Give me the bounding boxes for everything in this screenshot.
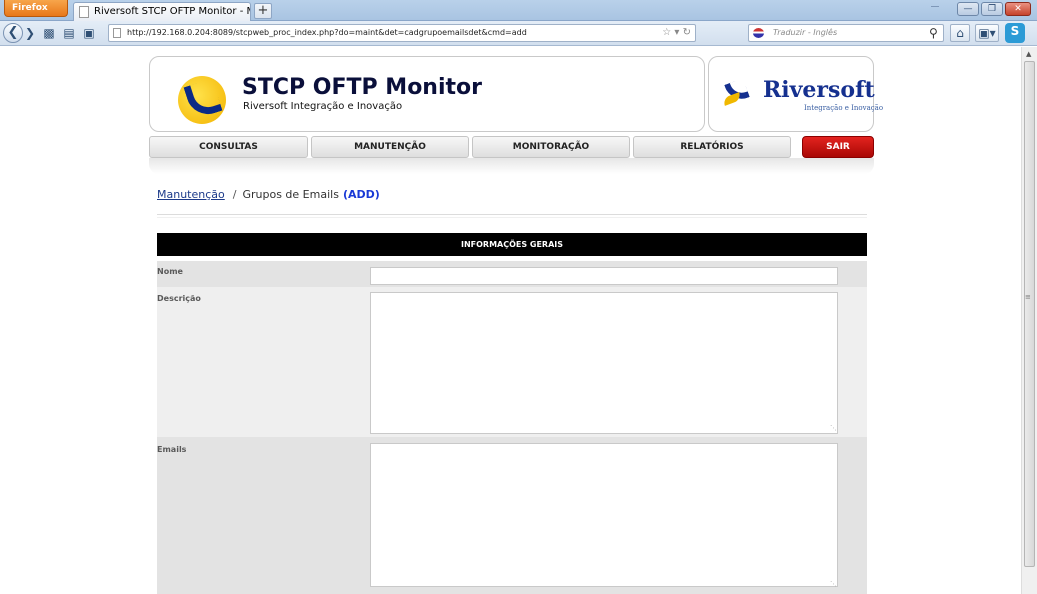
tab-title: Riversoft STCP OFTP Monitor - Manuten... <box>94 6 250 17</box>
bookmark-toolbar-icon[interactable]: ▩ <box>42 25 56 41</box>
star-reload-icons[interactable]: ☆ ▾ ↻ <box>662 25 691 41</box>
search-icon[interactable]: ⚲ <box>929 26 938 40</box>
breadcrumb-separator: / <box>232 188 237 201</box>
form-row-emails: Emails ⋱ <box>157 437 867 594</box>
url-text: http://192.168.0.204:8089/stcpweb_proc_i… <box>127 28 527 37</box>
form-row-descricao: Descrição ⋱ <box>157 287 867 437</box>
divider <box>157 214 867 218</box>
breadcrumb-manutencao-link[interactable]: Manutenção <box>157 188 225 201</box>
back-arrow-icon[interactable]: ❮ <box>3 23 23 43</box>
extension-icon[interactable]: ▣▾ <box>975 24 999 42</box>
form-section-header: INFORMAÇÕES GERAIS <box>157 233 867 256</box>
page-scrollbar[interactable]: ▲ ≡ <box>1021 47 1037 594</box>
url-page-icon <box>113 28 121 38</box>
form-row-nome: Nome <box>157 261 867 287</box>
firefox-menu-button[interactable]: Firefox <box>4 0 68 17</box>
close-button[interactable]: ✕ <box>1005 2 1031 16</box>
app-title: STCP OFTP Monitor <box>242 75 482 100</box>
tab-list-icon <box>931 6 939 7</box>
nome-input[interactable] <box>370 267 838 285</box>
app-logo-icon <box>178 76 226 124</box>
forward-arrow-icon[interactable]: ❯ <box>24 25 36 41</box>
menu-shadow <box>149 158 874 174</box>
menu-manutencao[interactable]: MANUTENÇÃO <box>311 136 469 158</box>
sidebar-toolbar-icon[interactable]: ▤ <box>62 25 76 41</box>
menu-relatorios[interactable]: RELATÓRIOS <box>633 136 791 158</box>
scroll-up-icon[interactable]: ▲ <box>1026 50 1031 58</box>
resize-grip-icon[interactable]: ⋱ <box>830 424 837 432</box>
breadcrumb-mode: (ADD) <box>342 188 380 201</box>
resize-grip-icon[interactable]: ⋱ <box>830 580 837 588</box>
page-icon <box>79 6 89 18</box>
emails-textarea[interactable] <box>370 443 838 587</box>
brand-name: Riversoft <box>763 77 875 103</box>
language-flag-icon <box>753 28 764 38</box>
breadcrumb-current: Grupos de Emails <box>242 188 339 201</box>
emails-label: Emails <box>157 445 187 454</box>
minimize-button[interactable]: — <box>957 2 979 16</box>
breadcrumb: Manutenção / Grupos de Emails (ADD) <box>157 188 380 201</box>
logout-button[interactable]: SAIR <box>802 136 874 158</box>
main-menu: CONSULTAS MANUTENÇÃO MONITORAÇÃO RELATÓR… <box>149 136 874 158</box>
brand-tagline: Integração e Inovação <box>804 104 884 112</box>
browser-tab[interactable]: Riversoft STCP OFTP Monitor - Manuten... <box>73 2 251 21</box>
new-tab-button[interactable]: + <box>254 3 272 19</box>
app-subtitle: Riversoft Integração e Inovação <box>243 101 403 112</box>
scroll-thumb[interactable] <box>1024 61 1035 567</box>
address-bar[interactable]: http://192.168.0.204:8089/stcpweb_proc_i… <box>108 24 696 42</box>
restore-button[interactable]: ❐ <box>981 2 1003 16</box>
browser-titlebar: Firefox Riversoft STCP OFTP Monitor - Ma… <box>0 0 1037 21</box>
browser-navbar: ❮ ❯ ▩ ▤ ▣ http://192.168.0.204:8089/stcp… <box>0 21 1037 46</box>
scroll-grip-icon: ≡ <box>1025 293 1031 301</box>
brand-logo: Riversoft Integração e Inovação <box>708 56 883 132</box>
riversoft-logo-icon <box>722 77 751 107</box>
window-controls: — ❐ ✕ <box>957 2 1031 17</box>
app-header: STCP OFTP Monitor Riversoft Integração e… <box>149 56 705 132</box>
menu-consultas[interactable]: CONSULTAS <box>149 136 308 158</box>
skype-icon[interactable]: S <box>1005 23 1025 43</box>
lock-toolbar-icon[interactable]: ▣ <box>82 25 96 41</box>
descricao-label: Descrição <box>157 294 201 303</box>
search-input[interactable]: Traduzir - Inglês <box>748 24 944 42</box>
descricao-textarea[interactable] <box>370 292 838 434</box>
menu-monitoracao[interactable]: MONITORAÇÃO <box>472 136 630 158</box>
nome-label: Nome <box>157 267 183 276</box>
search-placeholder: Traduzir - Inglês <box>773 28 838 37</box>
home-icon[interactable]: ⌂ <box>950 24 970 42</box>
